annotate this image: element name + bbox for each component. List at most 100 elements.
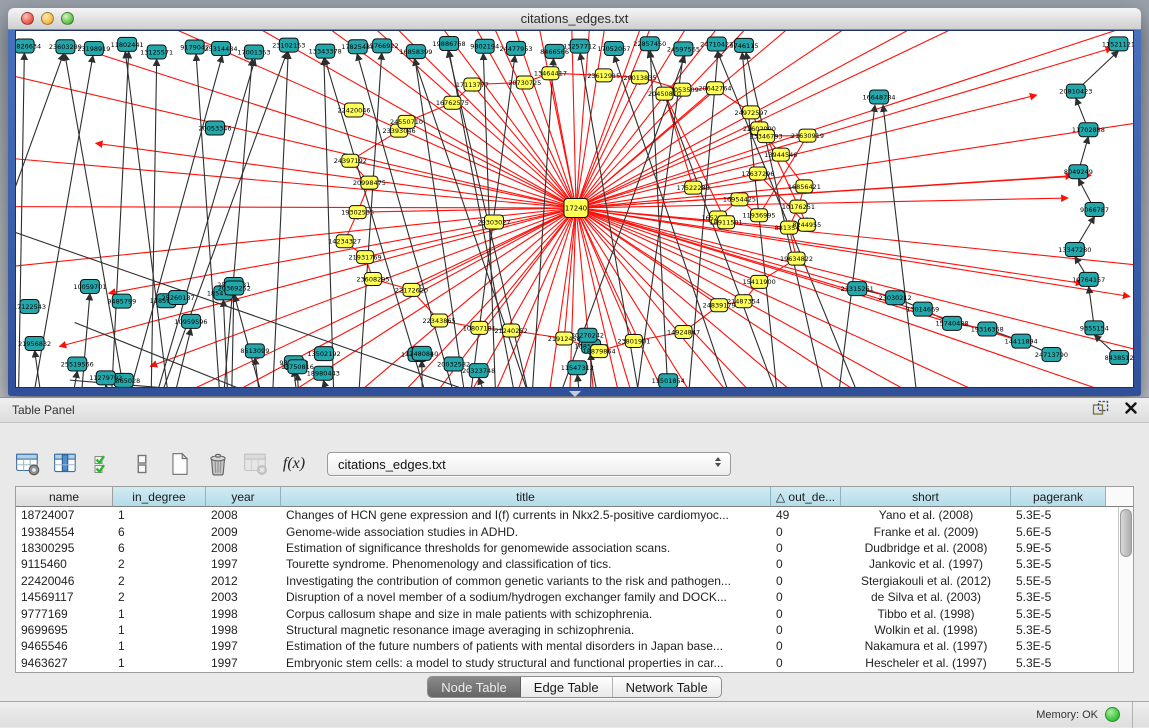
svg-text:23198919: 23198919	[77, 45, 110, 53]
minimize-button[interactable]	[41, 12, 54, 25]
cell-title: Investigating the contribution of common…	[281, 574, 771, 588]
delete-table-button[interactable]	[243, 451, 269, 477]
table-body: 1872400712008Changes of HCN gene express…	[16, 507, 1118, 672]
svg-text:15740488: 15740488	[935, 320, 968, 328]
cell-out_degree: 0	[771, 590, 841, 604]
svg-text:23801901: 23801901	[617, 337, 650, 345]
new-column-button[interactable]	[167, 451, 193, 477]
delete-column-button[interactable]	[205, 451, 231, 477]
table-row[interactable]: 977716911998Corpus callosum shape and si…	[16, 605, 1118, 621]
cell-short: Jankovic et al. (1997)	[841, 557, 1011, 571]
close-button[interactable]	[21, 12, 34, 25]
cell-name: 9465546	[16, 639, 113, 653]
cell-title: Genome-wide association studies in ADHD.	[281, 525, 771, 539]
cell-name: 18300295	[16, 541, 113, 555]
scrollbar-thumb[interactable]	[1120, 509, 1132, 557]
svg-text:8244955: 8244955	[792, 221, 821, 229]
table-toolbar: f(x) citations_edges.txt	[15, 447, 731, 481]
svg-text:19634822: 19634822	[780, 255, 813, 263]
column-header-name[interactable]: name	[16, 487, 113, 507]
svg-text:18980443: 18980443	[307, 370, 340, 378]
function-builder-button[interactable]: f(x)	[281, 451, 307, 477]
svg-text:21912458: 21912458	[548, 335, 581, 343]
tab-edge-table[interactable]: Edge Table	[521, 677, 613, 697]
cell-year: 2008	[206, 508, 281, 522]
cell-pagerank: 5.3E-5	[1011, 639, 1106, 653]
network-canvas[interactable]: 1282663423603289231989191180244113125571…	[15, 30, 1134, 388]
table-row[interactable]: 911546021997Tourette syndrome. Phenomeno…	[16, 556, 1118, 572]
column-header-filler	[1106, 487, 1133, 507]
svg-text:10807181: 10807181	[463, 324, 496, 332]
svg-text:11936995: 11936995	[742, 212, 775, 220]
cell-short: de Silva et al. (2003)	[841, 590, 1011, 604]
cell-out_degree: 0	[771, 525, 841, 539]
cell-out_degree: 0	[771, 639, 841, 653]
svg-text:15411900: 15411900	[743, 278, 776, 286]
column-selection-button[interactable]	[53, 451, 79, 477]
select-rows-button[interactable]	[91, 451, 117, 477]
svg-text:24713790: 24713790	[1035, 351, 1068, 359]
cell-out_degree: 0	[771, 541, 841, 555]
zoom-button[interactable]	[61, 12, 74, 25]
table-row[interactable]: 1830029562008Estimation of significance …	[16, 540, 1118, 556]
table-row[interactable]: 969969511998Structural magnetic resonanc…	[16, 622, 1118, 638]
svg-text:13347280: 13347280	[1058, 246, 1091, 254]
table-row[interactable]: 1938455462009Genome-wide association stu…	[16, 523, 1118, 539]
cell-title: Disruption of a novel member of a sodium…	[281, 590, 771, 604]
cell-name: 19384554	[16, 525, 113, 539]
cell-year: 2003	[206, 590, 281, 604]
svg-text:20053346: 20053346	[198, 124, 231, 132]
column-header-in_degree[interactable]: in_degree	[113, 487, 206, 507]
svg-text:11702888: 11702888	[1072, 126, 1105, 134]
table-tabs-bar: Node TableEdge TableNetwork Table	[0, 674, 1149, 700]
column-header-year[interactable]: year	[206, 487, 281, 507]
svg-text:19886768: 19886768	[433, 40, 466, 48]
cell-name: 9699695	[16, 623, 113, 637]
cell-short: Franke et al. (2009)	[841, 525, 1011, 539]
column-visibility-button[interactable]	[15, 451, 41, 477]
cell-pagerank: 5.5E-5	[1011, 574, 1106, 588]
svg-text:14411894: 14411894	[1005, 338, 1038, 346]
cell-in_degree: 2	[113, 557, 206, 571]
svg-text:17522288: 17522288	[677, 184, 710, 192]
table-delete-icon	[243, 451, 269, 477]
svg-text:20369252: 20369252	[218, 284, 251, 292]
window-title: citations_edges.txt	[521, 11, 629, 26]
cell-title: Structural magnetic resonance image aver…	[281, 623, 771, 637]
table-row[interactable]: 946362711997Embryonic stem cells: a mode…	[16, 655, 1118, 671]
svg-text:9485799: 9485799	[107, 298, 136, 306]
cell-in_degree: 2	[113, 590, 206, 604]
cell-year: 2009	[206, 525, 281, 539]
column-header-pagerank[interactable]: pagerank	[1011, 487, 1106, 507]
table-row[interactable]: 1872400712008Changes of HCN gene express…	[16, 507, 1118, 523]
svg-text:16856421: 16856421	[788, 183, 821, 191]
svg-text:24710427: 24710427	[700, 40, 733, 48]
cell-title: Tourette syndrome. Phenomenology and cla…	[281, 557, 771, 571]
table-row[interactable]: 946554611997Estimation of the future num…	[16, 638, 1118, 654]
vertical-scrollbar[interactable]	[1118, 507, 1133, 672]
table-type-segmented-control: Node TableEdge TableNetwork Table	[427, 676, 722, 698]
cell-pagerank: 5.3E-5	[1011, 607, 1106, 621]
table-panel-header: Table Panel	[0, 398, 1149, 423]
tab-node-table[interactable]: Node Table	[428, 677, 521, 697]
svg-text:14924847: 14924847	[667, 328, 700, 336]
cell-pagerank: 5.3E-5	[1011, 557, 1106, 571]
svg-text:11547312: 11547312	[561, 364, 594, 372]
column-header-short[interactable]: short	[841, 487, 1011, 507]
close-panel-button[interactable]	[1125, 401, 1137, 419]
cell-out_degree: 0	[771, 557, 841, 571]
svg-text:24972597: 24972597	[735, 109, 768, 117]
column-header-out_de[interactable]: △ out_de...	[771, 487, 841, 507]
svg-text:24550710: 24550710	[390, 118, 423, 126]
svg-text:25260187: 25260187	[162, 294, 195, 302]
table-row[interactable]: 2242004622012Investigating the contribut…	[16, 573, 1118, 589]
tab-network-table[interactable]: Network Table	[613, 677, 721, 697]
clear-selection-button[interactable]	[129, 451, 155, 477]
svg-text:21630919: 21630919	[791, 132, 824, 140]
float-panel-button[interactable]	[1092, 400, 1109, 421]
table-chooser-select[interactable]: citations_edges.txt	[327, 452, 731, 476]
window-titlebar[interactable]: citations_edges.txt	[8, 8, 1141, 30]
cell-short: Wolkin et al. (1998)	[841, 623, 1011, 637]
table-row[interactable]: 1456911722003Disruption of a novel membe…	[16, 589, 1118, 605]
column-header-title[interactable]: title	[281, 487, 771, 507]
